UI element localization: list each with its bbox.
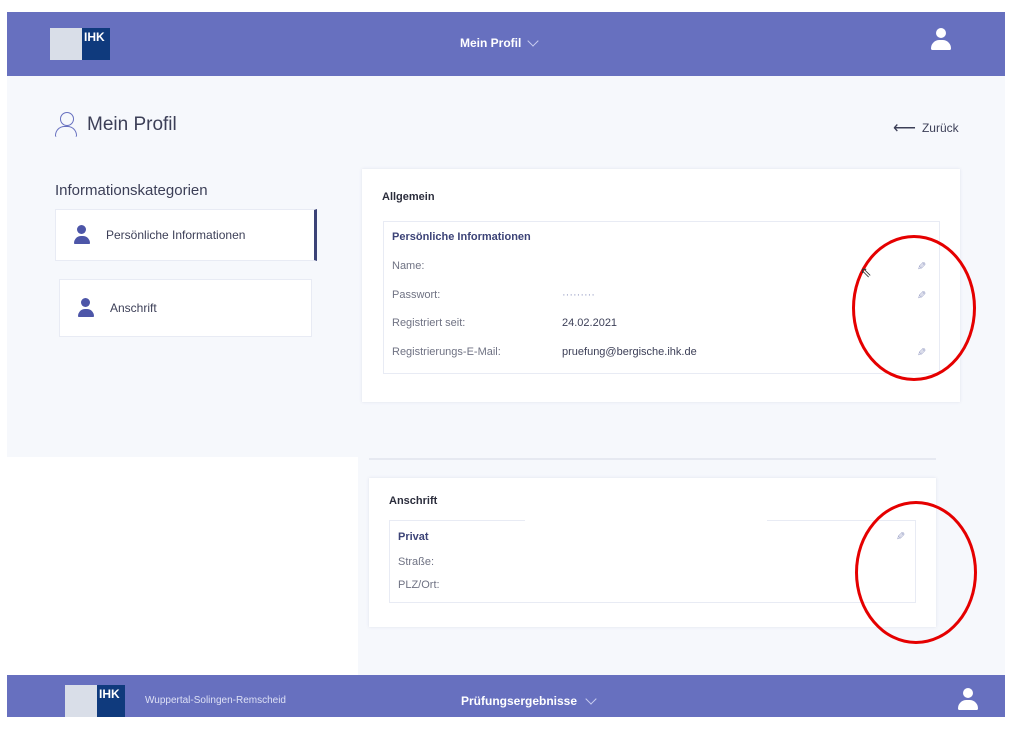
- sidebar-item-personal-info[interactable]: Persönliche Informationen: [55, 209, 317, 261]
- name-label: Name:: [392, 260, 425, 272]
- chevron-down-icon: [585, 693, 597, 705]
- ihk-logo[interactable]: IHK: [65, 685, 125, 717]
- user-icon[interactable]: [957, 688, 979, 712]
- results-menu-dropdown[interactable]: Prüfungsergebnisse: [461, 693, 597, 708]
- registration-email-value: pruefung@bergische.ihk.de: [562, 346, 697, 358]
- registered-since-value: 24.02.2021: [562, 317, 618, 329]
- logo-gray-block: [50, 28, 82, 60]
- logo-text: IHK: [97, 685, 125, 717]
- private-address-title: Privat: [398, 531, 429, 543]
- results-menu-label: Prüfungsergebnisse: [461, 694, 578, 708]
- sidebar-item-label: Persönliche Informationen: [106, 228, 246, 242]
- category-heading: Informationskategorien: [55, 182, 208, 199]
- annotation-circle: [855, 501, 977, 644]
- section-divider: [369, 458, 936, 460]
- lower-left-area: [0, 457, 358, 675]
- back-label: Zurück: [921, 121, 959, 135]
- back-link[interactable]: ⟵ Zurück: [893, 118, 959, 138]
- footer-city: Wuppertal-Solingen-Remscheid: [145, 695, 286, 706]
- mouse-cursor-icon: ⇖: [860, 264, 872, 280]
- user-icon[interactable]: [930, 28, 952, 52]
- address-card-title: Anschrift: [389, 495, 438, 507]
- arrow-left-icon: ⟵: [893, 120, 916, 137]
- user-outline-icon: [55, 112, 77, 138]
- chevron-down-icon: [527, 35, 540, 47]
- user-icon: [78, 298, 94, 318]
- page-title: Mein Profil: [55, 112, 177, 138]
- general-card-title: Allgemein: [382, 191, 435, 203]
- logo-text: IHK: [82, 28, 110, 60]
- personal-info-title: Persönliche Informationen: [392, 231, 531, 243]
- annotation-circle: [852, 235, 976, 381]
- sidebar-item-label: Anschrift: [110, 301, 157, 315]
- street-label: Straße:: [398, 556, 435, 568]
- sidebar-item-address[interactable]: Anschrift: [59, 279, 312, 337]
- profile-menu-label: Mein Profil: [460, 36, 522, 50]
- profile-menu-dropdown[interactable]: Mein Profil: [460, 35, 540, 50]
- zip-city-label: PLZ/Ort:: [398, 579, 440, 591]
- user-icon: [74, 225, 90, 245]
- logo-gray-block: [65, 685, 97, 717]
- redacted-area: [525, 503, 767, 602]
- password-value: ·········: [562, 289, 595, 301]
- page-title-text: Mein Profil: [87, 114, 177, 135]
- ihk-logo[interactable]: IHK: [50, 28, 110, 60]
- registration-email-label: Registrierungs-E-Mail:: [392, 346, 501, 358]
- password-label: Passwort:: [392, 289, 441, 301]
- registered-since-label: Registriert seit:: [392, 317, 466, 329]
